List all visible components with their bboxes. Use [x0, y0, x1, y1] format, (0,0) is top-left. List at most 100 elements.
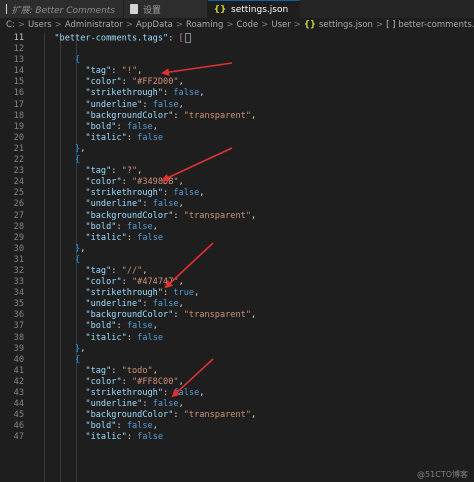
- tab-label: settings.json: [231, 4, 289, 15]
- tab-settings-json[interactable]: {} settings.json: [208, 0, 300, 18]
- line-content: "bold": false,: [44, 421, 157, 432]
- colon: :: [173, 310, 184, 321]
- code-line[interactable]: 23 "tag": "?",: [0, 166, 474, 177]
- breadcrumb-file[interactable]: settings.json: [319, 20, 373, 30]
- line-number: 37: [13, 321, 24, 332]
- code-line[interactable]: 29 "italic": false: [0, 233, 474, 244]
- code-line[interactable]: 40 {: [0, 355, 474, 366]
- line-content: "underline": false,: [44, 399, 184, 410]
- string-value: "#474747": [131, 277, 179, 288]
- line-content: {: [44, 55, 80, 66]
- breadcrumb-segment[interactable]: C:: [6, 20, 15, 30]
- code-line[interactable]: 16 "strikethrough": false,: [0, 88, 474, 99]
- colon: :: [163, 88, 174, 99]
- code-line[interactable]: 15 "color": "#FF2D00",: [0, 77, 474, 88]
- code-line[interactable]: 32 "tag": "//",: [0, 266, 474, 277]
- colon: :: [163, 288, 174, 299]
- line-number: 11: [13, 33, 24, 43]
- object-brace: {: [75, 55, 81, 66]
- code-line[interactable]: 13 {: [0, 55, 474, 66]
- code-line[interactable]: 18 "backgroundColor": "transparent",: [0, 111, 474, 122]
- breadcrumb-segment[interactable]: Code: [236, 20, 258, 30]
- line-number: 22: [13, 155, 24, 166]
- code-line[interactable]: 36 "backgroundColor": "transparent",: [0, 310, 474, 321]
- code-line[interactable]: 14 "tag": "!",: [0, 66, 474, 77]
- colon: :: [116, 121, 127, 132]
- breadcrumb-segment[interactable]: Users: [28, 20, 52, 30]
- code-line[interactable]: 37 "bold": false,: [0, 321, 474, 332]
- code-line[interactable]: 25 "strikethrough": false,: [0, 188, 474, 199]
- line-number: 28: [13, 221, 24, 232]
- comma: ,: [251, 310, 257, 321]
- comma: ,: [80, 343, 86, 354]
- code-line[interactable]: 30 },: [0, 244, 474, 255]
- code-line[interactable]: 22 {: [0, 155, 474, 166]
- boolean-value: false: [126, 421, 153, 432]
- line-number: 36: [13, 310, 24, 321]
- code-line[interactable]: 21 },: [0, 144, 474, 155]
- code-line[interactable]: 38 "italic": false: [0, 333, 474, 344]
- setting-key: "better-comments.tags": [54, 33, 169, 44]
- comma: ,: [199, 388, 205, 398]
- code-line[interactable]: 44 "underline": false,: [0, 399, 474, 410]
- tab-better-comments-extension[interactable]: 扩展: Better Comments: [0, 0, 124, 18]
- code-line[interactable]: 19 "bold": false,: [0, 122, 474, 133]
- comma: ,: [178, 99, 184, 110]
- breadcrumb-separator: >: [17, 20, 25, 30]
- line-content: "underline": false,: [44, 299, 183, 310]
- colon: :: [142, 199, 153, 210]
- comma: ,: [152, 121, 158, 132]
- code-line[interactable]: 35 "underline": false,: [0, 299, 474, 310]
- line-content: "color": "#FF2D00",: [44, 77, 183, 88]
- colon: :: [163, 388, 174, 398]
- breadcrumb-symbol[interactable]: better-comments.tags: [398, 20, 474, 30]
- code-line[interactable]: 33 "color": "#474747",: [0, 277, 474, 288]
- line-number: 33: [13, 277, 24, 288]
- line-number: 45: [13, 410, 24, 421]
- breadcrumb-separator: >: [375, 20, 384, 30]
- string-value: "!": [121, 66, 138, 77]
- code-line[interactable]: 20 "italic": false: [0, 133, 474, 144]
- code-line[interactable]: 45 "backgroundColor": "transparent",: [0, 410, 474, 421]
- colon: :: [121, 177, 132, 188]
- code-line[interactable]: 26 "underline": false,: [0, 199, 474, 210]
- line-content: "color": "#474747",: [44, 277, 183, 288]
- line-content: "strikethrough": false,: [44, 88, 204, 99]
- colon: :: [173, 410, 184, 421]
- code-line[interactable]: 42 "color": "#FF8C00",: [0, 377, 474, 388]
- line-number: 18: [13, 110, 24, 121]
- code-line[interactable]: 24 "color": "#3498DB",: [0, 177, 474, 188]
- code-line[interactable]: 31 {: [0, 255, 474, 266]
- string-value: "#FF8C00": [131, 376, 179, 387]
- string-value: "transparent": [183, 110, 251, 121]
- breadcrumb-segment[interactable]: Roaming: [186, 20, 223, 30]
- code-line[interactable]: 41 "tag": "todo",: [0, 366, 474, 377]
- code-line[interactable]: 28 "bold": false,: [0, 222, 474, 233]
- breadcrumb-separator: >: [54, 20, 62, 30]
- code-line[interactable]: 11 "better-comments.tags": [: [0, 33, 474, 44]
- tab-settings[interactable]: 设置: [124, 0, 208, 18]
- code-line[interactable]: 12: [0, 44, 474, 55]
- comma: ,: [178, 399, 184, 410]
- code-line[interactable]: 46 "bold": false,: [0, 421, 474, 432]
- comma: ,: [152, 365, 158, 376]
- line-content: "underline": false,: [44, 199, 183, 210]
- breadcrumb-segment[interactable]: AppData: [136, 20, 173, 30]
- code-line[interactable]: 47 "italic": false: [0, 432, 474, 443]
- line-content: "color": "#FF8C00",: [44, 376, 183, 388]
- code-line[interactable]: 27 "backgroundColor": "transparent",: [0, 211, 474, 222]
- breadcrumb-segment[interactable]: Administrator: [65, 20, 123, 30]
- code-line[interactable]: 17 "underline": false,: [0, 100, 474, 111]
- code-line[interactable]: 43 "strikethrough": false,: [0, 388, 474, 399]
- property-key: "underline": [85, 199, 143, 210]
- code-line[interactable]: 34 "strikethrough": true,: [0, 288, 474, 299]
- line-number: 27: [13, 210, 24, 221]
- property-key: "strikethrough": [85, 288, 164, 299]
- property-key: "strikethrough": [85, 88, 164, 99]
- code-editor[interactable]: 11 "better-comments.tags": [12 13 {14 "ta…: [0, 33, 474, 482]
- breadcrumb: C: > Users > Administrator > AppData > Roaming > C…: [0, 18, 474, 32]
- line-number: 13: [13, 55, 24, 66]
- code-line[interactable]: 39 },: [0, 344, 474, 355]
- line-content: "tag": "//",: [44, 266, 147, 277]
- breadcrumb-segment[interactable]: User: [271, 20, 290, 30]
